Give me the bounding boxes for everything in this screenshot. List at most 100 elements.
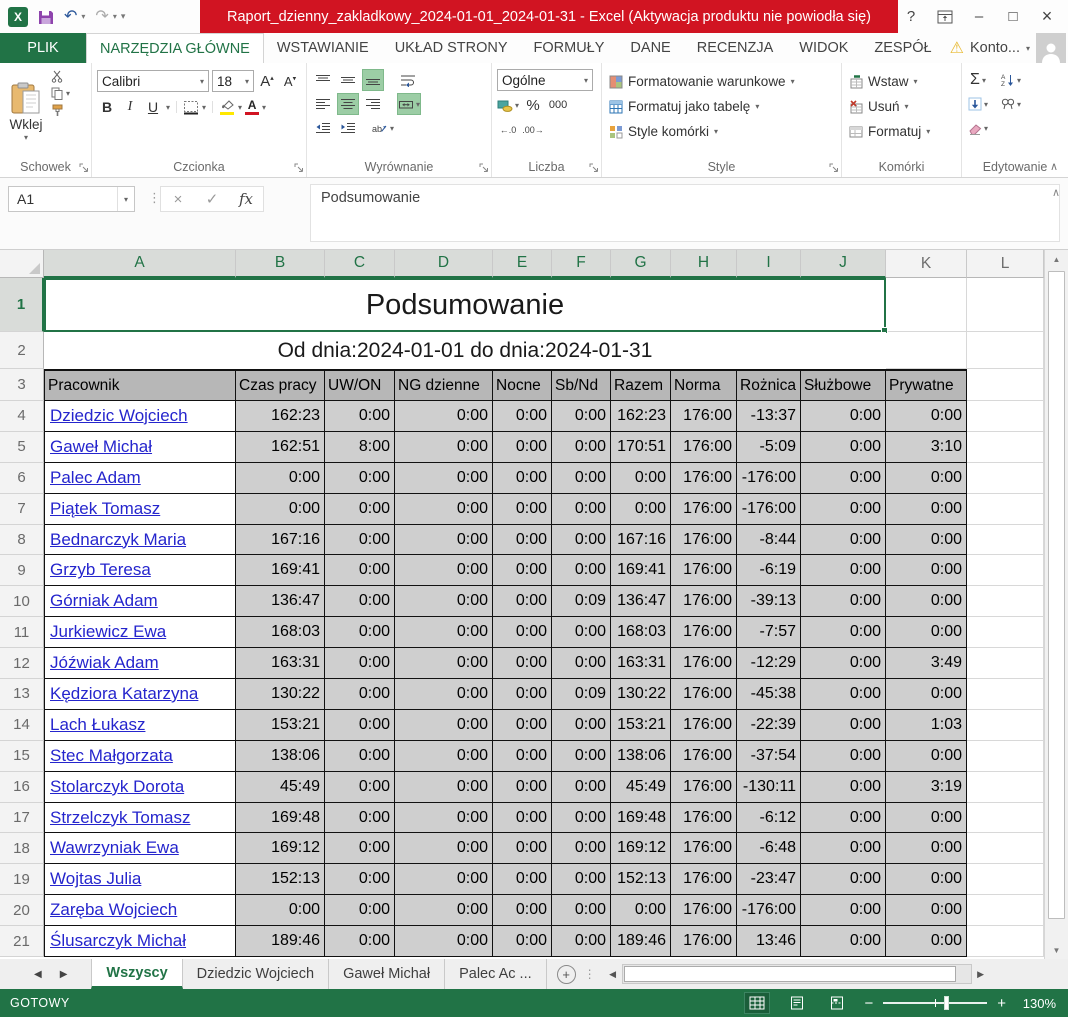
cell-employee[interactable]: Strzelczyk Tomasz xyxy=(44,803,236,834)
cell-value[interactable]: 0:00 xyxy=(886,463,967,494)
font-color-dropdown-icon[interactable]: ▾ xyxy=(262,103,266,112)
cell-value[interactable]: 0:00 xyxy=(493,864,552,895)
cell-employee[interactable]: Ślusarczyk Michał xyxy=(44,926,236,957)
cell-value[interactable]: 0:00 xyxy=(801,803,886,834)
cell-value[interactable]: 168:03 xyxy=(611,617,671,648)
cell-value[interactable]: 0:00 xyxy=(395,926,493,957)
cell-value[interactable]: 176:00 xyxy=(671,710,737,741)
cell-value[interactable]: 0:00 xyxy=(325,586,395,617)
empty-cell[interactable] xyxy=(967,586,1044,617)
empty-cell[interactable] xyxy=(886,332,967,369)
cell-value[interactable]: 189:46 xyxy=(236,926,325,957)
page-break-view-button[interactable] xyxy=(824,992,850,1014)
employee-link[interactable]: Lach Łukasz xyxy=(50,715,145,735)
insert-cells-button[interactable]: Wstaw▾ xyxy=(849,70,930,93)
cell-value[interactable]: 0:00 xyxy=(886,679,967,710)
cell-value[interactable]: 0:00 xyxy=(886,617,967,648)
zoom-slider[interactable] xyxy=(883,1002,987,1004)
minimize-button[interactable]: – xyxy=(962,0,996,33)
close-button[interactable]: × xyxy=(1030,0,1064,33)
cell-value[interactable]: 0:00 xyxy=(325,833,395,864)
employee-link[interactable]: Jóźwiak Adam xyxy=(50,653,159,673)
cell-value[interactable]: -176:00 xyxy=(737,494,801,525)
cell-employee[interactable]: Kędziora Katarzyna xyxy=(44,679,236,710)
row-header-12[interactable]: 12 xyxy=(0,648,44,679)
cell-value[interactable]: -5:09 xyxy=(737,432,801,463)
empty-cell[interactable] xyxy=(967,926,1044,957)
merge-center-button[interactable]: ▾ xyxy=(397,93,421,115)
conditional-formatting-button[interactable]: Formatowanie warunkowe▾ xyxy=(609,70,795,93)
row-header-15[interactable]: 15 xyxy=(0,741,44,772)
cell-value[interactable]: 176:00 xyxy=(671,772,737,803)
row-header-19[interactable]: 19 xyxy=(0,864,44,895)
cell-value[interactable]: -8:44 xyxy=(737,525,801,556)
cell-value[interactable]: 3:49 xyxy=(886,648,967,679)
account-button[interactable]: Konto... xyxy=(970,40,1020,56)
cell-value[interactable]: -6:48 xyxy=(737,833,801,864)
underline-dropdown-icon[interactable]: ▾ xyxy=(166,103,170,112)
cell-value[interactable]: 169:48 xyxy=(611,803,671,834)
tab-widok[interactable]: WIDOK xyxy=(786,33,861,63)
row-header-2[interactable]: 2 xyxy=(0,332,44,369)
format-as-table-button[interactable]: Formatuj jako tabelę▾ xyxy=(609,95,795,118)
cell-value[interactable]: 0:00 xyxy=(886,586,967,617)
cell-value[interactable]: 0:00 xyxy=(493,926,552,957)
cell-value[interactable]: -45:38 xyxy=(737,679,801,710)
cell-employee[interactable]: Wojtas Julia xyxy=(44,864,236,895)
cell-value[interactable]: 0:00 xyxy=(325,803,395,834)
empty-cell[interactable] xyxy=(967,555,1044,586)
tab-recenzja[interactable]: RECENZJA xyxy=(684,33,787,63)
cell-value[interactable]: 176:00 xyxy=(671,648,737,679)
cell-value[interactable]: 0:00 xyxy=(493,895,552,926)
employee-link[interactable]: Stolarczyk Dorota xyxy=(50,777,184,797)
cell-value[interactable]: 167:16 xyxy=(236,525,325,556)
cell-value[interactable]: 170:51 xyxy=(611,432,671,463)
cell-value[interactable]: 0:00 xyxy=(801,525,886,556)
number-format-combo[interactable]: Ogólne▾ xyxy=(497,69,593,91)
employee-link[interactable]: Piątek Tomasz xyxy=(50,499,160,519)
table-header-5[interactable]: Nocne xyxy=(493,369,552,401)
cell-value[interactable]: 0:00 xyxy=(552,772,611,803)
cell-value[interactable]: 0:00 xyxy=(325,772,395,803)
cell-value[interactable]: 0:00 xyxy=(325,463,395,494)
table-header-8[interactable]: Norma xyxy=(671,369,737,401)
cell-value[interactable]: -176:00 xyxy=(737,463,801,494)
tab-narzędzia-główne[interactable]: NARZĘDZIA GŁÓWNE xyxy=(86,33,264,63)
zoom-slider-thumb[interactable] xyxy=(944,996,949,1010)
account-dropdown-icon[interactable]: ▾ xyxy=(1026,44,1030,53)
cell-value[interactable]: 0:09 xyxy=(552,679,611,710)
cell-value[interactable]: -12:29 xyxy=(737,648,801,679)
row-header-20[interactable]: 20 xyxy=(0,895,44,926)
cell-value[interactable]: 0:00 xyxy=(552,555,611,586)
cell-employee[interactable]: Jurkiewicz Ewa xyxy=(44,617,236,648)
cell-value[interactable]: 0:00 xyxy=(325,494,395,525)
cell-value[interactable]: 0:00 xyxy=(801,648,886,679)
tab-dane[interactable]: DANE xyxy=(617,33,683,63)
cell-value[interactable]: 0:00 xyxy=(395,679,493,710)
empty-cell[interactable] xyxy=(967,463,1044,494)
cell-value[interactable]: 0:00 xyxy=(886,525,967,556)
avatar[interactable] xyxy=(1036,33,1066,63)
table-header-2[interactable]: Czas pracy xyxy=(236,369,325,401)
currency-format-button[interactable]: ▾ xyxy=(497,94,519,116)
cell-employee[interactable]: Górniak Adam xyxy=(44,586,236,617)
cell-value[interactable]: 0:00 xyxy=(611,895,671,926)
style-dialog-launcher[interactable] xyxy=(829,163,839,173)
column-header-I[interactable]: I xyxy=(737,250,801,278)
cell-value[interactable]: 0:00 xyxy=(886,803,967,834)
cell-value[interactable]: 0:00 xyxy=(886,555,967,586)
employee-link[interactable]: Dziedzic Wojciech xyxy=(50,406,188,426)
collapse-ribbon-button[interactable]: ∧ xyxy=(1050,160,1058,173)
cell-value[interactable]: 0:00 xyxy=(552,463,611,494)
cell-value[interactable]: 0:00 xyxy=(395,432,493,463)
employee-link[interactable]: Ślusarczyk Michał xyxy=(50,931,186,951)
cell-value[interactable]: -23:47 xyxy=(737,864,801,895)
cell-value[interactable]: -39:13 xyxy=(737,586,801,617)
page-layout-view-button[interactable] xyxy=(784,992,810,1014)
enter-entry-button[interactable]: ✓ xyxy=(195,190,229,208)
empty-cell[interactable] xyxy=(886,278,967,332)
wyrownanie-dialog-launcher[interactable] xyxy=(479,163,489,173)
row-header-10[interactable]: 10 xyxy=(0,586,44,617)
table-header-7[interactable]: Razem xyxy=(611,369,671,401)
table-header-9[interactable]: Rożnica xyxy=(737,369,801,401)
